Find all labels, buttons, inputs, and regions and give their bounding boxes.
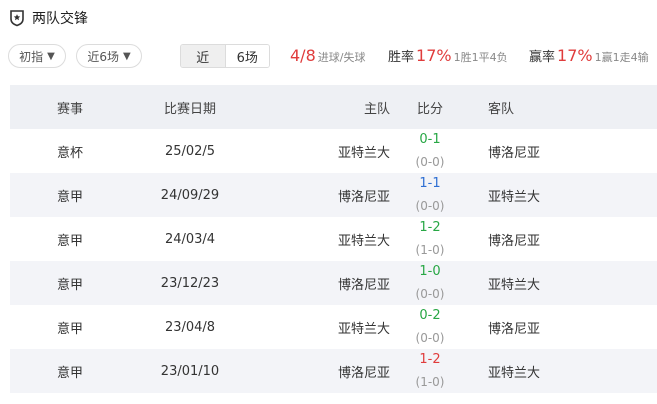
win-rate-detail: 1胜1平4负 [453, 51, 508, 64]
win-rate-label: 胜率 [388, 50, 415, 65]
column-home: 主队 [363, 101, 390, 117]
date-cell: 23/01/10 [160, 363, 220, 379]
away-team-cell: 博洛尼亚 [488, 145, 541, 161]
goals-label: 进球/失球 [317, 51, 366, 64]
date-cell: 24/03/4 [164, 231, 216, 247]
goals-value: 4/8 [290, 46, 316, 65]
date-cell: 23/04/8 [164, 319, 216, 335]
home-team-cell: 博洛尼亚 [337, 189, 390, 205]
table-header: 赛事 比赛日期 主队 比分 客队 [10, 85, 657, 129]
range-toggle: 近 6场 [180, 44, 270, 68]
handicap-rate-label: 赢率 [529, 50, 556, 65]
competition-cell: 意甲 [56, 233, 83, 249]
win-rate-value: 17% [416, 46, 452, 65]
away-team-cell: 亚特兰大 [488, 189, 541, 205]
score-cell: 0-2 (0-0) [390, 305, 470, 349]
away-team-cell: 亚特兰大 [488, 365, 541, 381]
handicap-rate-value: 17% [557, 46, 593, 65]
table-row[interactable]: 意甲 23/12/23 博洛尼亚 1-0 (0-0) 亚特兰大 [10, 261, 657, 305]
home-team-cell: 博洛尼亚 [337, 277, 390, 293]
head-to-head-table: 赛事 比赛日期 主队 比分 客队 意杯 25/02/5 亚特兰大 0-1 (0-… [10, 85, 657, 393]
full-time-score: 0-1 [419, 132, 441, 147]
home-team-cell: 亚特兰大 [337, 145, 390, 161]
table-row[interactable]: 意甲 23/01/10 博洛尼亚 1-2 (1-0) 亚特兰大 [10, 349, 657, 393]
away-team-cell: 博洛尼亚 [488, 321, 541, 337]
score-cell: 1-2 (1-0) [390, 217, 470, 261]
half-time-score: (0-0) [415, 287, 445, 301]
full-time-score: 1-2 [419, 352, 441, 367]
away-team-cell: 亚特兰大 [488, 277, 541, 293]
score-cell: 1-0 (0-0) [390, 261, 470, 305]
odds-type-dropdown[interactable]: 初指 ▼ [8, 44, 66, 68]
goals-stat: 4/8 进球/失球 [288, 46, 365, 65]
half-time-score: (1-0) [415, 375, 445, 389]
table-row[interactable]: 意甲 23/04/8 亚特兰大 0-2 (0-0) 博洛尼亚 [10, 305, 657, 349]
away-team-cell: 博洛尼亚 [488, 233, 541, 249]
score-cell: 0-1 (0-0) [390, 129, 470, 173]
competition-cell: 意甲 [56, 365, 83, 381]
score-cell: 1-2 (1-0) [390, 349, 470, 393]
section-title: 两队交锋 [32, 11, 88, 27]
home-team-cell: 亚特兰大 [337, 321, 390, 337]
half-time-score: (0-0) [415, 155, 445, 169]
handicap-rate-stat: 赢率 17% 1赢1走4输 [529, 46, 649, 65]
full-time-score: 0-2 [419, 308, 441, 323]
toggle-recent[interactable]: 近 [181, 45, 225, 67]
shield-icon [8, 9, 26, 27]
date-cell: 24/09/29 [160, 187, 220, 203]
competition-cell: 意杯 [56, 145, 83, 161]
table-row[interactable]: 意杯 25/02/5 亚特兰大 0-1 (0-0) 博洛尼亚 [10, 129, 657, 173]
match-range-dropdown[interactable]: 近6场 ▼ [76, 44, 142, 68]
column-date: 比赛日期 [163, 101, 216, 117]
filter-bar: 初指 ▼ 近6场 ▼ 近 6场 4/8 进球/失球 胜率 17% 1胜1平4负 … [8, 44, 657, 70]
column-away: 客队 [488, 101, 515, 117]
match-range-label: 近6场 [87, 49, 119, 64]
competition-cell: 意甲 [56, 277, 83, 293]
caret-down-icon: ▼ [47, 50, 55, 62]
home-team-cell: 亚特兰大 [337, 233, 390, 249]
competition-cell: 意甲 [56, 189, 83, 205]
win-rate-stat: 胜率 17% 1胜1平4负 [388, 46, 508, 65]
full-time-score: 1-0 [419, 264, 441, 279]
score-cell: 1-1 (0-0) [390, 173, 470, 217]
date-cell: 25/02/5 [164, 143, 216, 159]
column-score: 比分 [416, 101, 443, 117]
odds-type-label: 初指 [19, 49, 44, 64]
column-competition: 赛事 [56, 101, 83, 117]
competition-cell: 意甲 [56, 321, 83, 337]
table-row[interactable]: 意甲 24/03/4 亚特兰大 1-2 (1-0) 博洛尼亚 [10, 217, 657, 261]
caret-down-icon: ▼ [122, 50, 131, 62]
table-row[interactable]: 意甲 24/09/29 博洛尼亚 1-1 (0-0) 亚特兰大 [10, 173, 657, 217]
full-time-score: 1-2 [419, 220, 441, 235]
half-time-score: (0-0) [415, 199, 445, 213]
handicap-rate-detail: 1赢1走4输 [594, 51, 649, 64]
full-time-score: 1-1 [419, 176, 441, 191]
toggle-six-matches[interactable]: 6场 [224, 45, 269, 67]
half-time-score: (1-0) [415, 243, 445, 257]
home-team-cell: 博洛尼亚 [337, 365, 390, 381]
date-cell: 23/12/23 [160, 275, 220, 291]
section-header: 两队交锋 [8, 6, 88, 30]
half-time-score: (0-0) [415, 331, 445, 345]
